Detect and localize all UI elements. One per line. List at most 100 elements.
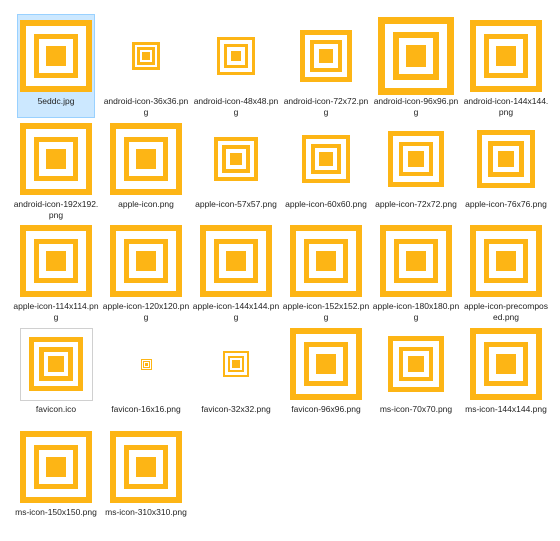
file-thumbnail: [468, 325, 544, 403]
file-thumbnail: [18, 325, 94, 403]
square-logo-icon: [110, 225, 182, 297]
file-name: apple-icon-114x114.png: [13, 301, 99, 322]
file-name: apple-icon-144x144.png: [192, 301, 280, 322]
file-item[interactable]: apple-icon-72x72.png: [375, 117, 457, 221]
file-item[interactable]: android-icon-36x36.png: [104, 14, 188, 118]
file-name: ms-icon-310x310.png: [105, 507, 187, 517]
square-logo-icon: [200, 225, 272, 297]
file-item[interactable]: favicon.ico: [17, 322, 95, 426]
file-name: ms-icon-70x70.png: [379, 404, 453, 414]
file-thumbnail: [18, 120, 94, 198]
file-thumbnail: [378, 325, 454, 403]
file-name: apple-icon-60x60.png: [285, 199, 367, 209]
file-item[interactable]: apple-icon-180x180.png: [373, 219, 459, 323]
file-name: apple-icon-57x57.png: [195, 199, 277, 209]
file-thumbnail: [378, 120, 454, 198]
square-logo-icon: [300, 30, 352, 82]
file-name: apple-icon-precomposed.png: [463, 301, 549, 322]
file-item[interactable]: android-icon-72x72.png: [284, 14, 368, 118]
square-logo-icon: [302, 135, 350, 183]
file-item[interactable]: ms-icon-70x70.png: [377, 322, 455, 426]
file-thumbnail: [108, 325, 184, 403]
square-logo-icon: [110, 123, 182, 195]
file-thumbnail: [18, 428, 94, 506]
file-name: favicon-32x32.png: [201, 404, 271, 414]
file-name: 5eddc.jpg: [37, 96, 75, 106]
square-logo-icon: [477, 130, 535, 188]
file-thumbnail: [468, 17, 544, 95]
file-item[interactable]: ms-icon-150x150.png: [15, 425, 97, 529]
file-item[interactable]: apple-icon-114x114.png: [13, 219, 99, 323]
file-item[interactable]: 5eddc.jpg: [17, 14, 95, 118]
file-thumbnail: [198, 17, 274, 95]
file-name: android-icon-96x96.png: [373, 96, 459, 117]
file-item[interactable]: apple-icon-precomposed.png: [464, 219, 548, 323]
square-logo-icon: [290, 328, 362, 400]
file-thumbnail: [378, 17, 454, 95]
file-thumbnail: [468, 120, 544, 198]
file-thumbnail: [198, 120, 274, 198]
file-name: favicon.ico: [35, 404, 77, 414]
file-item[interactable]: apple-icon-152x152.png: [283, 219, 369, 323]
file-thumbnail: [18, 17, 94, 95]
file-name: apple-icon-76x76.png: [465, 199, 547, 209]
file-item[interactable]: android-icon-144x144.png: [464, 14, 548, 118]
square-logo-icon: [470, 225, 542, 297]
file-thumbnail: [288, 222, 364, 300]
file-name: android-icon-144x144.png: [463, 96, 549, 117]
file-name: apple-icon-152x152.png: [282, 301, 370, 322]
square-logo-icon: [290, 225, 362, 297]
file-name: favicon-16x16.png: [111, 404, 181, 414]
file-item[interactable]: favicon-32x32.png: [197, 322, 275, 426]
square-logo-icon: [217, 37, 255, 75]
file-item[interactable]: apple-icon.png: [107, 117, 185, 221]
file-item[interactable]: apple-icon-60x60.png: [285, 117, 367, 221]
file-item[interactable]: ms-icon-310x310.png: [105, 425, 187, 529]
square-logo-icon: [470, 328, 542, 400]
file-thumbnail: [288, 325, 364, 403]
square-logo-icon: [20, 431, 92, 503]
file-item[interactable]: ms-icon-144x144.png: [465, 322, 547, 426]
file-item[interactable]: apple-icon-144x144.png: [193, 219, 279, 323]
file-name: android-icon-192x192.png: [13, 199, 99, 220]
file-item[interactable]: favicon-16x16.png: [107, 322, 185, 426]
file-name: apple-icon.png: [118, 199, 174, 209]
file-name: apple-icon-180x180.png: [372, 301, 460, 322]
file-thumbnail: [108, 428, 184, 506]
file-name: android-icon-72x72.png: [283, 96, 369, 117]
square-logo-icon: [380, 225, 452, 297]
square-logo-icon: [140, 358, 152, 370]
square-logo-icon: [388, 131, 444, 187]
file-item[interactable]: android-icon-96x96.png: [374, 14, 458, 118]
file-item[interactable]: apple-icon-76x76.png: [465, 117, 547, 221]
square-logo-icon: [378, 17, 454, 95]
file-thumbnail: [198, 222, 274, 300]
file-thumbnail: [378, 222, 454, 300]
file-item[interactable]: android-icon-192x192.png: [14, 117, 98, 221]
file-name: android-icon-48x48.png: [193, 96, 279, 117]
square-logo-icon: [470, 20, 542, 92]
file-name: android-icon-36x36.png: [103, 96, 189, 117]
square-logo-icon: [20, 20, 92, 92]
file-thumbnail: [108, 120, 184, 198]
file-thumbnail: [288, 17, 364, 95]
file-item[interactable]: apple-icon-57x57.png: [195, 117, 277, 221]
file-item[interactable]: android-icon-48x48.png: [194, 14, 278, 118]
file-thumbnail: [288, 120, 364, 198]
square-logo-icon: [29, 337, 83, 391]
square-logo-icon: [110, 431, 182, 503]
square-logo-icon: [223, 351, 249, 377]
square-logo-icon: [214, 137, 258, 181]
thumbnail-frame: [19, 327, 93, 401]
square-logo-icon: [20, 123, 92, 195]
file-thumbnail: [198, 325, 274, 403]
square-logo-icon: [132, 42, 160, 70]
file-thumbnail: [18, 222, 94, 300]
square-logo-icon: [20, 225, 92, 297]
file-thumbnail: [468, 222, 544, 300]
file-name: ms-icon-150x150.png: [15, 507, 97, 517]
file-name: favicon-96x96.png: [291, 404, 361, 414]
file-item[interactable]: apple-icon-120x120.png: [103, 219, 189, 323]
file-name: apple-icon-120x120.png: [102, 301, 190, 322]
file-item[interactable]: favicon-96x96.png: [287, 322, 365, 426]
